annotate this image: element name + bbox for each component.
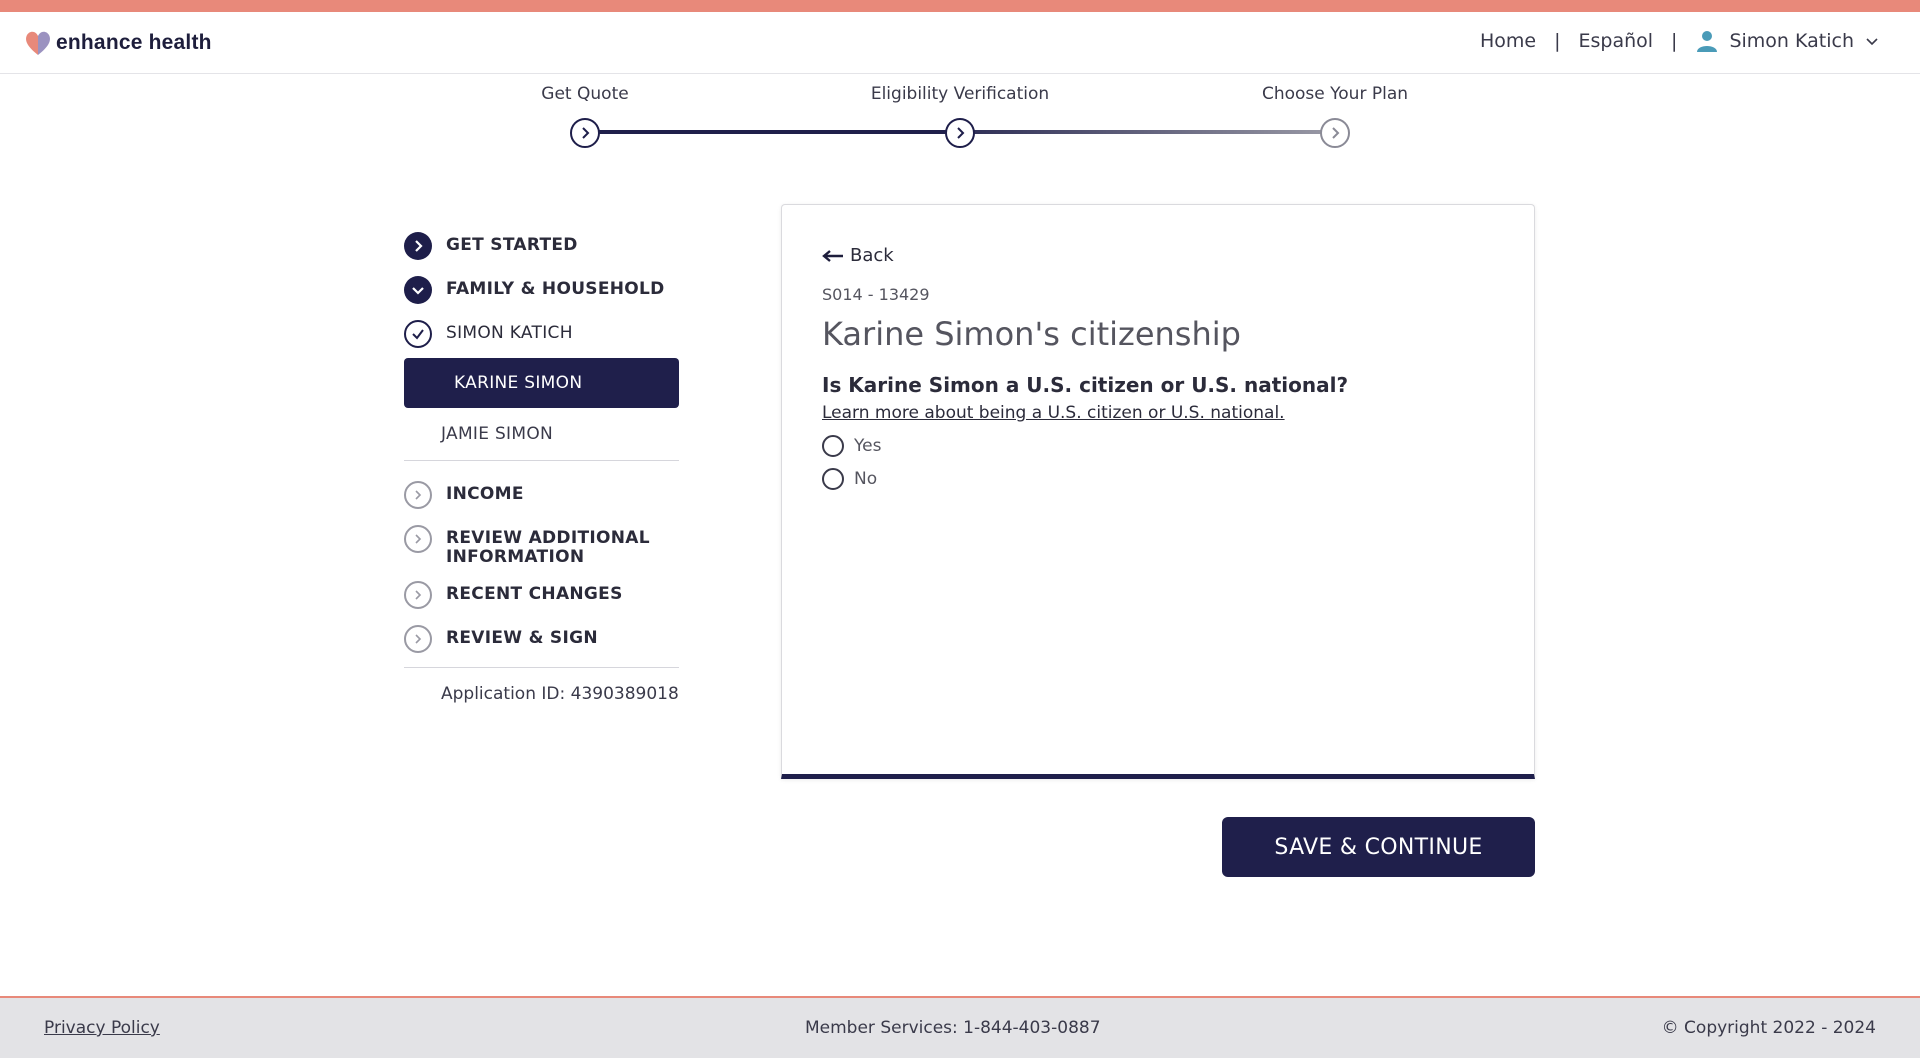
chevron-right-circle-icon [404, 525, 432, 553]
site-header: enhance health Home | Español | Simon Ka… [0, 12, 1920, 74]
sidebar-divider [404, 667, 679, 668]
step-connector-complete [585, 130, 960, 134]
step-marker-get-quote[interactable] [570, 118, 600, 148]
nav-separator: | [1554, 30, 1561, 52]
sidebar-item-label: REVIEW ADDITIONAL INFORMATION [446, 525, 650, 567]
sidebar-item-label: SIMON KATICH [446, 323, 573, 343]
chevron-right-icon [582, 127, 590, 139]
top-accent-bar [0, 0, 1920, 12]
chevron-down-circle-icon [404, 276, 432, 304]
radio-button[interactable] [822, 435, 844, 457]
site-footer: Privacy Policy Member Services: 1-844-40… [0, 996, 1920, 1058]
step-label-eligibility: Eligibility Verification [870, 84, 1050, 104]
arrow-left-icon [822, 249, 843, 262]
sidebar-item-income[interactable]: INCOME [404, 481, 692, 509]
radio-label: No [854, 469, 878, 489]
user-name: Simon Katich [1729, 30, 1854, 52]
radio-option-yes[interactable]: Yes [822, 435, 881, 457]
chevron-right-icon [957, 127, 965, 139]
brand-name: enhance health [56, 31, 212, 54]
sidebar-item-family-household[interactable]: FAMILY & HOUSEHOLD [404, 276, 692, 304]
citizenship-question: Is Karine Simon a U.S. citizen or U.S. n… [822, 373, 1349, 397]
nav-home-link[interactable]: Home [1480, 30, 1536, 52]
checkmark-circle-icon [404, 320, 432, 348]
sidebar-item-label-line2: INFORMATION [446, 547, 585, 567]
sidebar-item-jamie-simon[interactable]: JAMIE SIMON [404, 408, 692, 460]
radio-option-no[interactable]: No [822, 468, 877, 490]
chevron-right-circle-icon [404, 232, 432, 260]
learn-more-link[interactable]: Learn more about being a U.S. citizen or… [822, 403, 1285, 423]
radio-label: Yes [854, 436, 882, 456]
radio-button[interactable] [822, 468, 844, 490]
heart-logo-icon [26, 31, 50, 55]
sidebar-item-get-started[interactable]: GET STARTED [404, 232, 692, 260]
nav-language-link[interactable]: Español [1578, 30, 1653, 52]
save-continue-button[interactable]: SAVE & CONTINUE [1222, 817, 1535, 877]
sidebar-item-label: INCOME [446, 484, 524, 504]
progress-stepper: Get Quote Eligibility Verification Choos… [0, 74, 1920, 164]
brand-logo[interactable]: enhance health [24, 29, 212, 57]
back-link[interactable]: Back [822, 245, 894, 266]
case-number: S014 - 13429 [822, 285, 930, 304]
back-label: Back [850, 245, 894, 266]
chevron-right-icon [1332, 127, 1340, 139]
step-connector-upcoming [960, 130, 1335, 134]
chevron-right-circle-icon [404, 481, 432, 509]
citizenship-card: Back S014 - 13429 Karine Simon's citizen… [781, 204, 1535, 779]
sidebar-item-review-additional[interactable]: REVIEW ADDITIONAL INFORMATION [404, 525, 692, 567]
user-avatar-icon [1697, 31, 1718, 52]
chevron-down-icon [1866, 38, 1878, 46]
application-id: Application ID: 4390389018 [441, 684, 679, 704]
copyright: © Copyright 2022 - 2024 [1661, 1018, 1876, 1038]
sidebar-item-label: RECENT CHANGES [446, 584, 623, 604]
privacy-policy-link[interactable]: Privacy Policy [44, 1018, 160, 1038]
step-marker-eligibility[interactable] [945, 118, 975, 148]
application-sidebar: GET STARTED FAMILY & HOUSEHOLD SIMON KAT… [404, 232, 692, 704]
member-services: Member Services: 1-844-403-0887 [805, 1018, 1101, 1038]
step-label-get-quote: Get Quote [541, 84, 629, 104]
sidebar-item-label: GET STARTED [446, 235, 578, 255]
chevron-right-circle-icon [404, 625, 432, 653]
nav-separator: | [1671, 30, 1678, 52]
sidebar-item-karine-simon[interactable]: KARINE SIMON [404, 358, 679, 408]
top-nav: Home | Español | Simon Katich [1480, 29, 1880, 53]
page-title: Karine Simon's citizenship [822, 315, 1241, 353]
step-label-choose-plan: Choose Your Plan [1261, 84, 1409, 104]
sidebar-item-label-line1: REVIEW ADDITIONAL [446, 528, 650, 548]
sidebar-divider [404, 460, 679, 461]
user-menu[interactable]: Simon Katich [1695, 29, 1880, 53]
sidebar-item-recent-changes[interactable]: RECENT CHANGES [404, 581, 692, 609]
sidebar-item-review-sign[interactable]: REVIEW & SIGN [404, 625, 692, 653]
step-marker-choose-plan [1320, 118, 1350, 148]
sidebar-item-label: REVIEW & SIGN [446, 628, 598, 648]
sidebar-item-simon-katich[interactable]: SIMON KATICH [404, 320, 692, 348]
sidebar-item-label: FAMILY & HOUSEHOLD [446, 279, 665, 299]
chevron-right-circle-icon [404, 581, 432, 609]
